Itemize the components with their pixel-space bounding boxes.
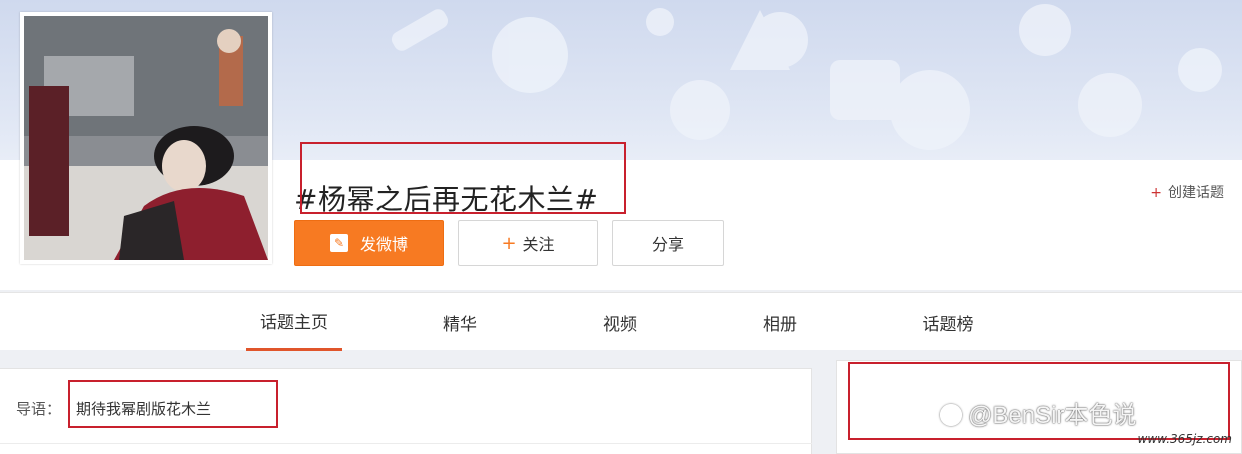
topic-avatar <box>20 12 272 264</box>
create-topic-link[interactable]: + 创建话题 <box>1150 182 1224 202</box>
highlight-box-lead <box>68 380 278 428</box>
weibo-icon <box>940 404 962 426</box>
share-button[interactable]: 分享 <box>612 220 724 266</box>
edit-icon: ✎ <box>329 234 348 252</box>
topic-tabs: 话题主页 精华 视频 相册 话题榜 <box>0 292 1242 351</box>
follow-button[interactable]: + 关注 <box>458 220 598 266</box>
follow-label: 关注 <box>522 235 555 254</box>
tab-ranking[interactable]: 话题榜 <box>900 293 996 351</box>
post-weibo-label: 发微博 <box>359 235 408 254</box>
tab-highlights[interactable]: 精华 <box>420 293 500 351</box>
avatar-image <box>24 16 268 260</box>
site-url: www.365jz.com <box>1137 432 1232 446</box>
lead-label: 导语： <box>16 400 62 418</box>
tab-video[interactable]: 视频 <box>580 293 660 351</box>
post-weibo-button[interactable]: ✎ 发微博 <box>294 220 444 266</box>
share-label: 分享 <box>651 235 684 254</box>
plus-icon: + <box>501 232 517 254</box>
plus-icon: + <box>1150 185 1162 201</box>
watermark-text: @BenSir本色说 <box>968 402 1137 429</box>
lead-divider <box>0 443 812 444</box>
highlight-box-title <box>300 142 626 214</box>
tab-album[interactable]: 相册 <box>740 293 820 351</box>
watermark: @BenSir本色说 <box>940 395 1136 430</box>
tab-home[interactable]: 话题主页 <box>246 293 342 351</box>
create-topic-label: 创建话题 <box>1168 185 1224 201</box>
